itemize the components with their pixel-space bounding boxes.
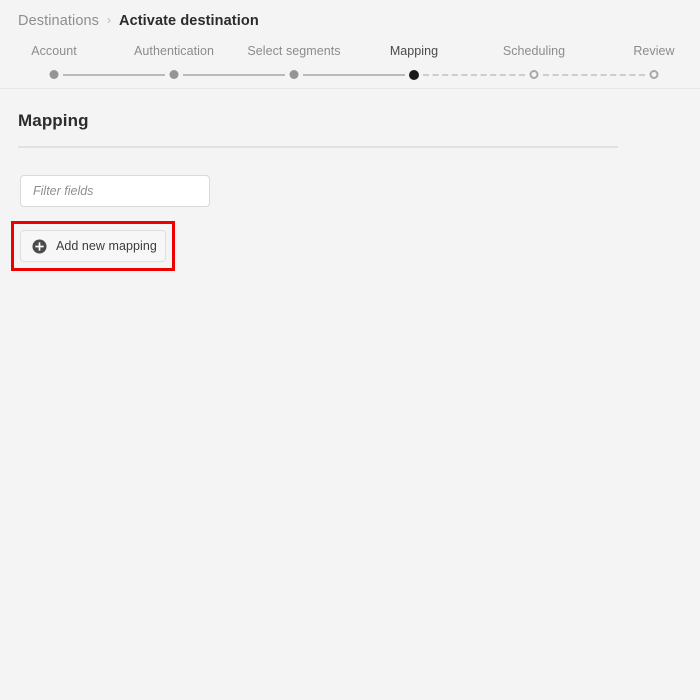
filter-fields-input[interactable]	[20, 175, 210, 207]
add-new-mapping-button[interactable]: Add new mapping	[20, 230, 166, 262]
step-label-scheduling[interactable]: Scheduling	[503, 44, 565, 58]
step-dot-authentication[interactable]	[169, 70, 179, 79]
step-label-mapping[interactable]: Mapping	[390, 44, 438, 58]
step-dot-select-segments[interactable]	[289, 70, 299, 79]
wizard-stepper: Account Authentication Select segments M…	[0, 44, 700, 88]
breadcrumb-current-page: Activate destination	[119, 13, 259, 29]
step-label-authentication[interactable]: Authentication	[134, 44, 214, 58]
step-label-review[interactable]: Review	[633, 44, 674, 58]
breadcrumb-link-destinations[interactable]: Destinations	[18, 13, 99, 29]
step-label-account[interactable]: Account	[31, 44, 77, 58]
step-connector-5	[543, 74, 645, 76]
step-dot-review[interactable]	[649, 70, 659, 79]
step-dot-scheduling[interactable]	[529, 70, 539, 79]
title-divider	[18, 146, 618, 148]
add-new-mapping-label: Add new mapping	[56, 239, 157, 253]
step-label-select-segments[interactable]: Select segments	[247, 44, 340, 58]
step-dot-mapping[interactable]	[409, 69, 419, 80]
step-connector-2	[183, 74, 285, 76]
step-connector-4	[423, 74, 525, 76]
page-title: Mapping	[18, 111, 89, 130]
step-connector-1	[63, 74, 165, 76]
chevron-right-icon: ›	[107, 13, 111, 27]
step-connector-3	[303, 74, 405, 76]
plus-circle-icon	[32, 238, 47, 254]
breadcrumb: Destinations › Activate destination	[18, 10, 259, 32]
header-divider	[0, 88, 700, 89]
step-dot-account[interactable]	[49, 70, 59, 79]
